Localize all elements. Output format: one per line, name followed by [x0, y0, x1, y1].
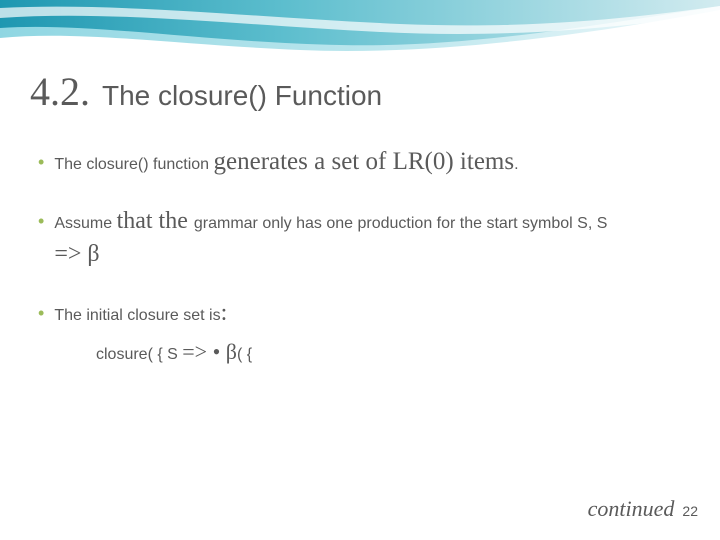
bullet-2: • Assume that the grammar only has one p…: [38, 206, 690, 272]
closure-expression: closure( { S => • β( {: [96, 339, 690, 365]
section-number: 4.2.: [30, 68, 90, 115]
slide-footer: continued 22: [588, 496, 698, 522]
title-text: The closure() Function: [102, 80, 382, 112]
slide-title: 4.2. The closure() Function: [30, 68, 690, 115]
page-number: 22: [682, 503, 698, 519]
bullet-1-text: The closure() function generates a set o…: [54, 147, 518, 180]
bullet-1: • The closure() function generates a set…: [38, 147, 690, 180]
continued-label: continued: [588, 496, 675, 522]
bullet-2-text: Assume that the grammar only has one pro…: [54, 206, 607, 272]
bullet-3-text: The initial closure set is:: [54, 298, 227, 331]
bullet-marker-icon: •: [38, 298, 44, 328]
bullet-3: • The initial closure set is:: [38, 298, 690, 331]
bullet-marker-icon: •: [38, 206, 44, 236]
bullet-marker-icon: •: [38, 147, 44, 177]
